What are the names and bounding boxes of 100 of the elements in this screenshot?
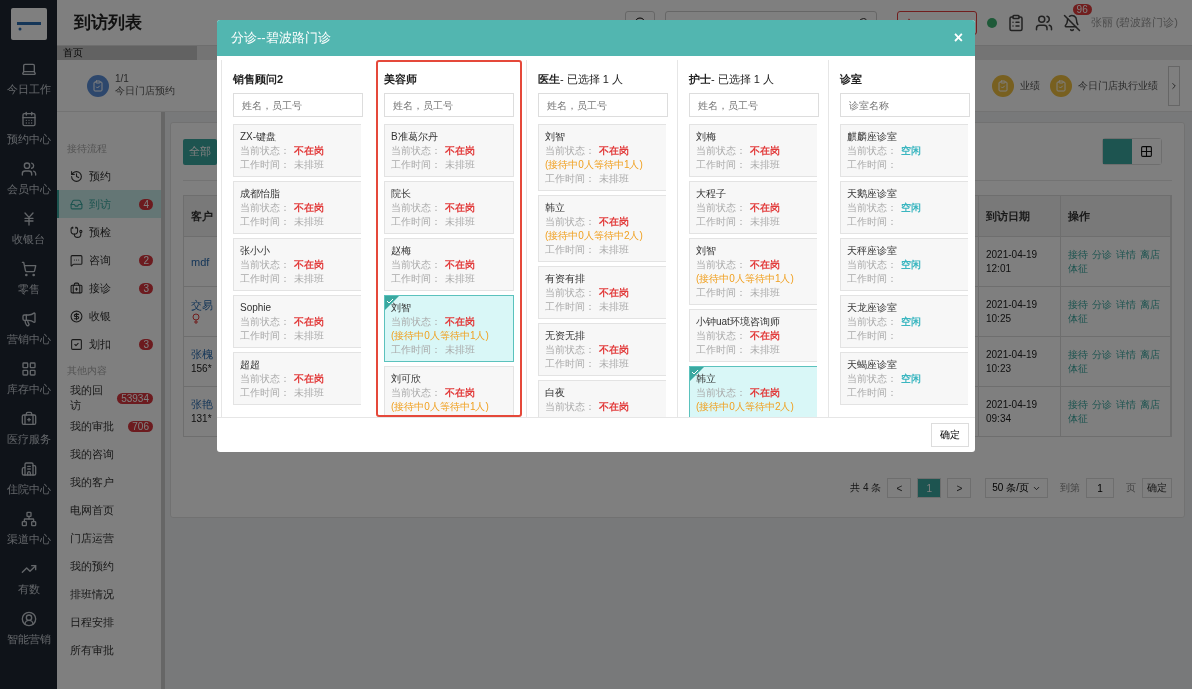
close-button[interactable]: × <box>953 29 963 47</box>
sidebar-item[interactable]: 到访 4 <box>57 190 161 218</box>
sidebar-item[interactable]: 我的客户 <box>57 468 161 496</box>
clipboard-icon[interactable] <box>1006 13 1025 32</box>
next-page-button[interactable]: > <box>947 478 972 498</box>
sidebar-item[interactable]: 电网首页 <box>57 496 161 524</box>
users-icon[interactable] <box>1034 13 1053 32</box>
search-field[interactable]: 姓名，员工号 <box>384 93 514 117</box>
page-size-select[interactable]: 50 条/页 <box>985 478 1048 498</box>
sidebar-item[interactable]: 我的咨询 <box>57 440 161 468</box>
work-time-label: 工作时间： <box>847 215 897 229</box>
search-field[interactable]: 姓名，员工号 <box>689 93 819 117</box>
nav-item[interactable]: 渠道中心 <box>0 504 57 554</box>
sidebar-item[interactable]: 划扣 3 <box>57 330 161 358</box>
staff-card[interactable]: 成都怡脂 当前状态： 不在岗 工作时间： 未排班 <box>233 181 361 234</box>
sidebar-item[interactable]: 预约 <box>57 162 161 190</box>
customer-link[interactable]: 交易 <box>191 298 213 313</box>
confirm-button[interactable]: 确定 <box>931 423 969 447</box>
staff-card[interactable]: 小钟uat环境咨询师 当前状态： 不在岗 工作时间： 未排班 <box>689 309 817 362</box>
nav-item[interactable]: 今日工作 <box>0 54 57 104</box>
status-value: 不在岗 <box>294 258 324 272</box>
staff-card[interactable]: B准葛尔丹 当前状态： 不在岗 工作时间： 未排班 <box>384 124 514 177</box>
customer-link[interactable]: 张槐 <box>191 347 213 362</box>
staff-card[interactable]: 超超 当前状态： 不在岗 工作时间： 未排班 <box>233 352 361 405</box>
action-link[interactable]: 详情 <box>1116 397 1136 412</box>
staff-card[interactable]: 张小小 当前状态： 不在岗 工作时间： 未排班 <box>233 238 361 291</box>
nav-item[interactable]: 医疗服务 <box>0 404 57 454</box>
nav-item[interactable]: 有数 <box>0 554 57 604</box>
staff-card[interactable]: 刘智 当前状态： 不在岗 (接待中0人等待中1人) 工作时间： 未排班 <box>538 124 666 191</box>
prev-page-button[interactable]: < <box>887 478 912 498</box>
sidebar-item[interactable]: 我的预约 <box>57 552 161 580</box>
nav-item[interactable]: 库存中心 <box>0 354 57 404</box>
search-field[interactable]: 姓名，员工号 <box>538 93 668 117</box>
search-field[interactable]: 姓名，员工号 <box>233 93 363 117</box>
staff-card[interactable]: 大程子 当前状态： 不在岗 工作时间： 未排班 <box>689 181 817 234</box>
staff-card[interactable]: 赵梅 当前状态： 不在岗 工作时间： 未排班 <box>384 238 514 291</box>
sidebar-item[interactable]: 预检 <box>57 218 161 246</box>
nav-item[interactable]: 营销中心 <box>0 304 57 354</box>
search-field[interactable]: 诊室名称 <box>840 93 970 117</box>
card-name: Sophie <box>240 301 273 315</box>
action-link[interactable]: 详情 <box>1116 297 1136 312</box>
card-name: 刘智 <box>696 244 717 258</box>
action-link[interactable]: 分诊 <box>1092 247 1112 262</box>
sidebar-item[interactable]: 排班情况 <box>57 580 161 608</box>
action-link[interactable]: 详情 <box>1116 247 1136 262</box>
bell-icon[interactable] <box>1062 13 1081 32</box>
status-value: 不在岗 <box>445 201 475 215</box>
page-input[interactable]: 1 <box>1086 478 1114 498</box>
count-badge: 3 <box>139 282 153 294</box>
action-link[interactable]: 详情 <box>1116 347 1136 362</box>
status-value: 不在岗 <box>599 343 629 357</box>
staff-card[interactable]: 韩立 当前状态： 不在岗 (接待中0人等待中2人) 工作时间： 未排班 <box>538 195 666 262</box>
status-value: 空闲 <box>901 315 921 329</box>
nav-item[interactable]: 住院中心 <box>0 454 57 504</box>
staff-card[interactable]: 韩立 当前状态： 不在岗 (接待中0人等待中2人) <box>689 366 817 417</box>
action-link[interactable]: 分诊 <box>1092 297 1112 312</box>
filter-button[interactable]: 全部 <box>183 138 217 165</box>
staff-card[interactable]: 刘梅 当前状态： 不在岗 工作时间： 未排班 <box>689 124 817 177</box>
status-value: 不在岗 <box>445 144 475 158</box>
sidebar-item[interactable]: 我的审批 706 <box>57 412 161 440</box>
action-link[interactable]: 分诊 <box>1092 347 1112 362</box>
staff-card[interactable]: 天龙座诊室 当前状态： 空闲 工作时间： <box>840 295 968 348</box>
sidebar-item[interactable]: 收银 <box>57 302 161 330</box>
sidebar-item[interactable]: 日程安排 <box>57 608 161 636</box>
female-icon <box>191 313 201 325</box>
staff-card[interactable]: 刘可欣 当前状态： 不在岗 (接待中0人等待中1人) <box>384 366 514 415</box>
nav-item[interactable]: 预约中心 <box>0 104 57 154</box>
staff-card[interactable]: 刘智 当前状态： 不在岗 (接待中0人等待中1人) 工作时间： 未排班 <box>689 238 817 305</box>
sidebar-item[interactable]: 接诊 3 <box>57 274 161 302</box>
action-link[interactable]: 分诊 <box>1092 397 1112 412</box>
staff-card[interactable]: 刘智 当前状态： 不在岗 (接待中0人等待中1人) 工作时间： 未排班 <box>384 295 514 362</box>
staff-card[interactable]: 麒麟座诊室 当前状态： 空闲 工作时间： <box>840 124 968 177</box>
stat-icon <box>1050 74 1072 97</box>
nav-item[interactable]: 会员中心 <box>0 154 57 204</box>
staff-card[interactable]: 天秤座诊室 当前状态： 空闲 工作时间： <box>840 238 968 291</box>
sidebar-item[interactable]: 咨询 2 <box>57 246 161 274</box>
staff-card[interactable]: 无资无排 当前状态： 不在岗 工作时间： 未排班 <box>538 323 666 376</box>
sidebar-item[interactable]: 所有审批 <box>57 636 161 664</box>
staff-card[interactable]: Sophie 当前状态： 不在岗 工作时间： 未排班 <box>233 295 361 348</box>
staff-card[interactable]: 天蝎座诊室 当前状态： 空闲 工作时间： <box>840 352 968 405</box>
staff-card[interactable]: 天鹅座诊室 当前状态： 空闲 工作时间： <box>840 181 968 234</box>
column-header: 操作 <box>1061 196 1171 236</box>
nav-item[interactable]: 零售 <box>0 254 57 304</box>
staff-card[interactable]: 院长 当前状态： 不在岗 工作时间： 未排班 <box>384 181 514 234</box>
work-time-value: 未排班 <box>294 386 324 400</box>
customer-link[interactable]: 张艳 <box>191 397 213 412</box>
staff-card[interactable]: 有资有排 当前状态： 不在岗 工作时间： 未排班 <box>538 266 666 319</box>
nav-item[interactable]: 智能营销 <box>0 604 57 654</box>
status-value: 不在岗 <box>294 315 324 329</box>
goto-button[interactable]: 确定 <box>1142 478 1172 498</box>
status-label: 当前状态： <box>545 215 595 229</box>
nav-item[interactable]: 收银台 <box>0 204 57 254</box>
staff-card[interactable]: ZX-键盘 当前状态： 不在岗 工作时间： 未排班 <box>233 124 361 177</box>
staff-card[interactable]: 白夜 当前状态： 不在岗 <box>538 380 666 417</box>
customer-link[interactable]: mdf <box>191 255 210 268</box>
work-time-label: 工作时间： <box>545 357 595 371</box>
sidebar-item[interactable]: 门店运营 <box>57 524 161 552</box>
status-label: 当前状态： <box>391 144 441 158</box>
sidebar-item[interactable]: 我的回访 53934 <box>57 384 161 412</box>
page-tab[interactable]: 首页 <box>57 46 197 60</box>
